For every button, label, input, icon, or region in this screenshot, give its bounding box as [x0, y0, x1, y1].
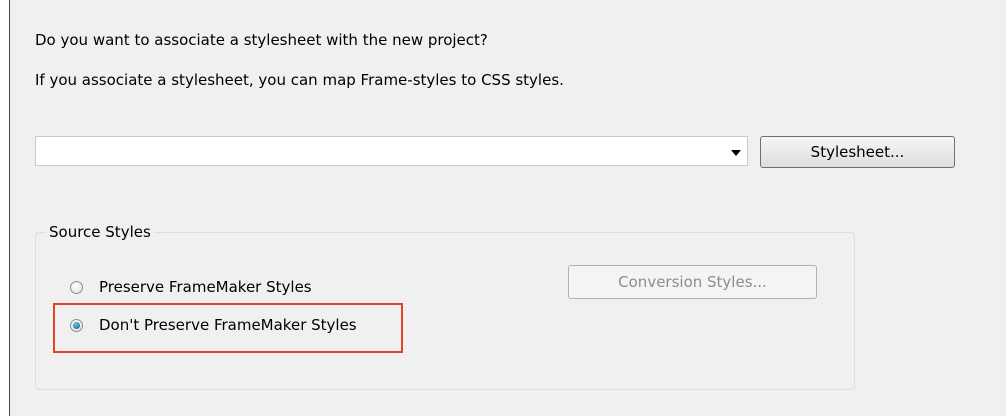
source-styles-legend: Source Styles [46, 223, 154, 241]
stylesheet-combobox[interactable] [35, 136, 748, 166]
dropdown-arrow-icon[interactable] [731, 150, 741, 156]
dialog-panel: Do you want to associate a stylesheet wi… [9, 0, 1006, 416]
preserve-styles-label: Preserve FrameMaker Styles [99, 278, 312, 296]
stylesheet-question-text: Do you want to associate a stylesheet wi… [35, 31, 488, 49]
stylesheet-info-text: If you associate a stylesheet, you can m… [35, 71, 564, 89]
conversion-styles-button[interactable]: Conversion Styles... [568, 265, 817, 299]
stylesheet-button[interactable]: Stylesheet... [760, 136, 955, 168]
highlight-annotation-box [53, 303, 403, 353]
preserve-styles-option[interactable]: Preserve FrameMaker Styles [70, 276, 312, 298]
preserve-styles-radio[interactable] [70, 280, 83, 294]
